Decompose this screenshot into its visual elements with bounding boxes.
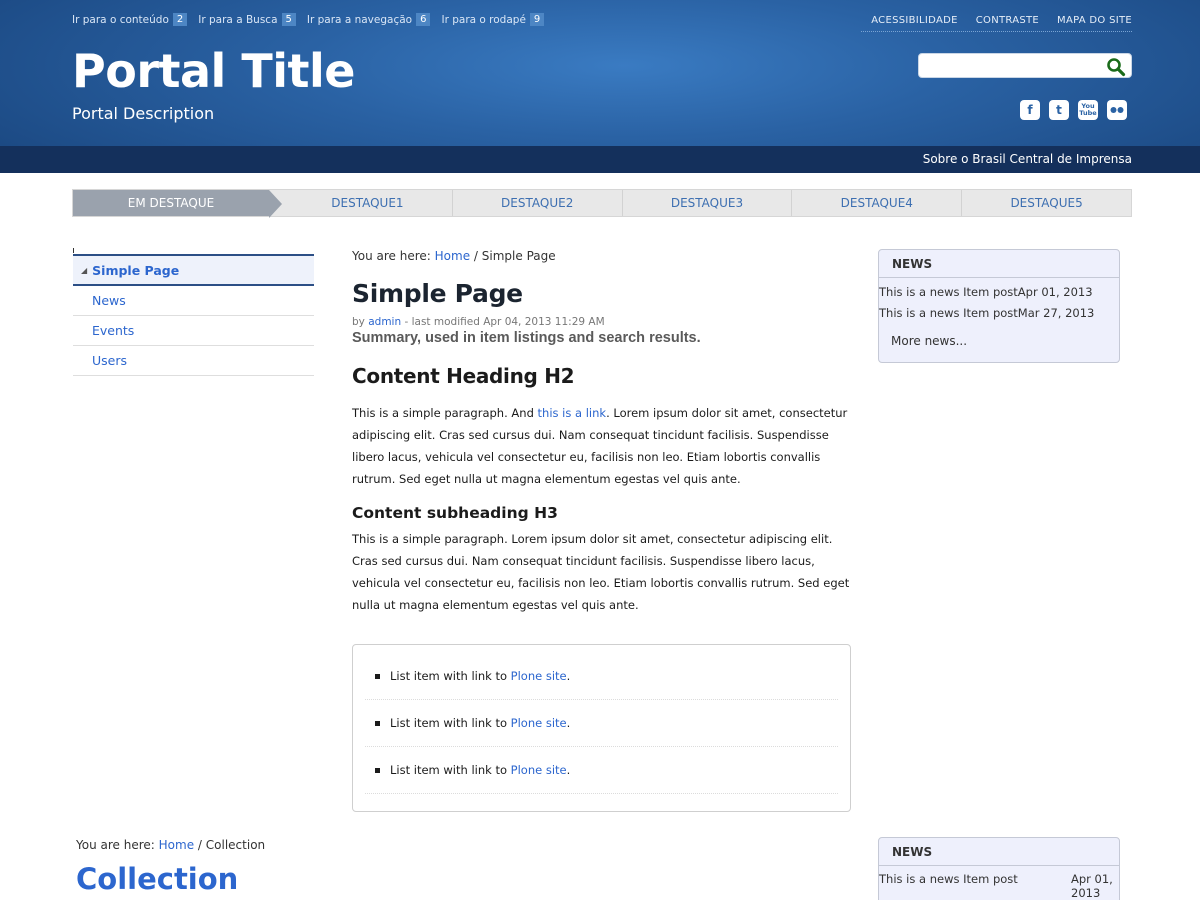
more-news-link[interactable]: More news... (879, 323, 1119, 359)
list-item-end: . (566, 716, 571, 730)
link-list-box: List item with link to Plone site. List … (352, 644, 851, 812)
breadcrumb-prefix: You are here: (76, 838, 155, 852)
skip-link-footer[interactable]: Ir para o rodapé 9 (441, 13, 545, 26)
page-title: Simple Page (352, 279, 523, 308)
breadcrumb-separator: / (197, 838, 202, 852)
bullet-icon (375, 720, 380, 726)
tab-destaque2[interactable]: DESTAQUE2 (451, 190, 622, 216)
author-link[interactable]: admin (368, 316, 401, 328)
list-item: List item with link to Plone site. (365, 653, 838, 700)
bullet-icon (375, 673, 380, 679)
news-item-date: Apr 01, 2013 (1017, 284, 1093, 299)
paragraph-1: This is a simple paragraph. And this is … (352, 402, 850, 490)
access-key-badge: 2 (172, 13, 188, 26)
facebook-icon[interactable]: f (1020, 100, 1040, 120)
news-portlet: NEWS This is a news Item post Apr 01, 20… (878, 837, 1120, 900)
main-content: You are here: Home / Simple Page Simple … (352, 249, 850, 616)
expanded-triangle-icon: ◢ (81, 265, 88, 275)
skip-links: Ir para o conteúdo 2 Ir para a Busca 5 I… (72, 13, 545, 26)
list-item-text: List item with link to (390, 716, 507, 730)
portal-description: Portal Description (72, 104, 215, 123)
plone-site-link[interactable]: Plone site (511, 763, 567, 777)
left-navigation: ◢ Simple Page News Events Users (73, 248, 314, 376)
link-sitemap[interactable]: MAPA DO SITE (1057, 15, 1132, 26)
breadcrumb: You are here: Home / Simple Page (352, 249, 850, 263)
skip-link-content[interactable]: Ir para o conteúdo 2 (72, 13, 188, 26)
breadcrumb-current: Collection (205, 838, 266, 852)
portlet-header[interactable]: NEWS (879, 838, 1119, 866)
list-item: List item with link to Plone site. (365, 700, 838, 747)
portlet-header[interactable]: NEWS (879, 250, 1119, 278)
link-contrast[interactable]: CONTRASTE (976, 15, 1039, 26)
twitter-icon[interactable]: t (1049, 100, 1069, 120)
byline-modified: - last modified Apr 04, 2013 11:29 AM (404, 316, 605, 328)
breadcrumb-home-link[interactable]: Home (159, 838, 194, 852)
leftnav-item-users[interactable]: Users (73, 346, 314, 376)
skip-link-navigation[interactable]: Ir para a navegação 6 (307, 13, 431, 26)
link-accessibility[interactable]: ACESSIBILIDADE (871, 15, 958, 26)
paragraph-2: This is a simple paragraph. Lorem ipsum … (352, 532, 850, 612)
document-byline: by admin - last modified Apr 04, 2013 11… (352, 316, 850, 328)
document-summary: Summary, used in item listings and searc… (352, 330, 701, 346)
news-item[interactable]: This is a news Item post Mar 27, 2013 (879, 302, 1119, 323)
leftnav-item-label: Simple Page (92, 262, 180, 278)
flickr-icon[interactable] (1107, 100, 1127, 120)
breadcrumb-prefix: You are here: (352, 249, 431, 263)
news-portlet: NEWS This is a news Item post Apr 01, 201… (878, 249, 1120, 363)
tab-destaque1[interactable]: DESTAQUE1 (269, 190, 452, 216)
site-header: Ir para o conteúdo 2 Ir para a Busca 5 I… (0, 0, 1200, 146)
tab-destaque4[interactable]: DESTAQUE4 (791, 190, 961, 216)
access-key-badge: 6 (416, 13, 431, 26)
breadcrumb-separator: / (473, 249, 478, 263)
paragraph-text: This is a simple paragraph. And (352, 406, 538, 420)
leftnav-item-news[interactable]: News (73, 286, 314, 316)
breadcrumb-home-link[interactable]: Home (435, 249, 470, 263)
tab-destaque3[interactable]: DESTAQUE3 (621, 190, 792, 216)
search-box (918, 53, 1132, 78)
breadcrumb: You are here: Home / Collection (76, 838, 265, 852)
breadcrumb-current: Simple Page (481, 249, 556, 263)
portal-title[interactable]: Portal Title (72, 44, 355, 98)
list-item-end: . (566, 669, 571, 683)
plone-site-link[interactable]: Plone site (511, 669, 567, 683)
byline-by: by (352, 316, 365, 328)
news-item-date: Mar 27, 2013 (1017, 305, 1095, 320)
inline-link[interactable]: this is a link (538, 406, 607, 420)
skip-link-label: Ir para a Busca (198, 13, 278, 26)
plone-site-link[interactable]: Plone site (511, 716, 567, 730)
tab-destaque5[interactable]: DESTAQUE5 (961, 190, 1131, 216)
subbar-link[interactable]: Sobre o Brasil Central de Imprensa (923, 152, 1132, 166)
content-subheading-h3: Content subheading H3 (352, 504, 558, 522)
list-item-end: . (566, 763, 571, 777)
search-input[interactable] (925, 54, 1105, 76)
news-item-title: This is a news Item post (879, 284, 1018, 299)
news-item[interactable]: This is a news Item post Apr 01, 2013 (879, 281, 1119, 302)
divider (73, 248, 74, 253)
skip-link-label: Ir para o conteúdo (72, 13, 169, 26)
social-links: f t You Tube (1020, 100, 1127, 120)
access-key-badge: 5 (281, 13, 296, 26)
access-key-badge: 9 (529, 13, 545, 26)
skip-link-search[interactable]: Ir para a Busca 5 (198, 13, 296, 26)
header-subbar: Sobre o Brasil Central de Imprensa (0, 146, 1200, 173)
main-nav: EM DESTAQUE DESTAQUE1 DESTAQUE2 DESTAQUE… (72, 189, 1132, 218)
skip-link-label: Ir para a navegação (306, 13, 413, 26)
skip-link-label: Ir para o rodapé (441, 13, 526, 26)
news-item-title: This is a news Item post (879, 305, 1018, 320)
top-links: ACESSIBILIDADE CONTRASTE MAPA DO SITE (861, 15, 1132, 32)
tab-em-destaque[interactable]: EM DESTAQUE (73, 190, 282, 218)
list-item: List item with link to Plone site. (365, 747, 838, 794)
bullet-icon (375, 767, 380, 773)
leftnav-item-simple-page[interactable]: ◢ Simple Page (73, 254, 314, 286)
news-item[interactable]: This is a news Item post Apr 01, 2013 (879, 866, 1119, 900)
news-item-title: This is a news Item post (879, 872, 1018, 886)
list-item-text: List item with link to (390, 763, 507, 777)
leftnav-item-events[interactable]: Events (73, 316, 314, 346)
search-icon[interactable] (1106, 57, 1126, 77)
youtube-icon[interactable]: You Tube (1078, 100, 1098, 120)
content-heading-h2: Content Heading H2 (352, 364, 575, 388)
list-item-text: List item with link to (390, 669, 507, 683)
news-item-date: Apr 01, 2013 (1071, 872, 1113, 900)
collection-title[interactable]: Collection (76, 862, 238, 896)
